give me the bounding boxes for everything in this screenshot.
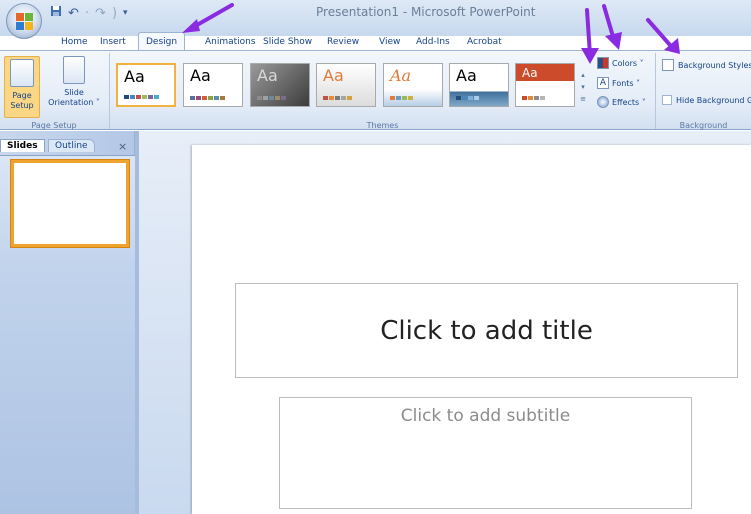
annotation-arrows (182, 3, 680, 64)
arrow-icon (581, 8, 599, 64)
arrow-icon (646, 18, 680, 54)
office-button[interactable] (6, 3, 42, 39)
office-logo-icon (16, 13, 34, 31)
arrow-icon (602, 4, 622, 50)
arrow-icon (182, 3, 234, 33)
